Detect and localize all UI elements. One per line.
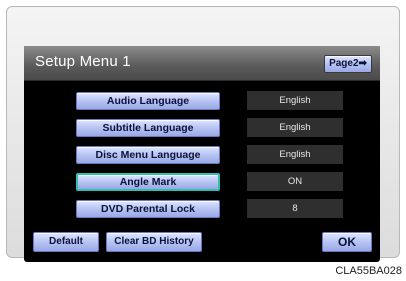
default-button[interactable]: Default: [33, 232, 99, 252]
figure-code: CLA55BA028: [335, 265, 402, 277]
subtitle-language-button[interactable]: Subtitle Language: [76, 119, 220, 137]
dvd-parental-lock-button[interactable]: DVD Parental Lock: [76, 200, 220, 218]
audio-language-value: English: [247, 91, 343, 110]
subtitle-language-value: English: [247, 118, 343, 137]
disc-menu-language-button[interactable]: Disc Menu Language: [76, 146, 220, 164]
setup-screen: Setup Menu 1 Page2➡ Audio Language Engli…: [24, 46, 380, 262]
dvd-parental-lock-value: 8: [247, 199, 343, 218]
audio-language-button[interactable]: Audio Language: [76, 92, 220, 110]
page2-button[interactable]: Page2➡: [324, 55, 372, 73]
disc-menu-language-value: English: [247, 145, 343, 164]
ok-button[interactable]: OK: [322, 232, 372, 252]
page-title: Setup Menu 1: [35, 53, 131, 70]
angle-mark-button[interactable]: Angle Mark: [76, 173, 220, 191]
header-bar: Setup Menu 1 Page2➡: [24, 46, 380, 81]
angle-mark-value: ON: [247, 172, 343, 191]
clear-bd-history-button[interactable]: Clear BD History: [106, 232, 202, 252]
